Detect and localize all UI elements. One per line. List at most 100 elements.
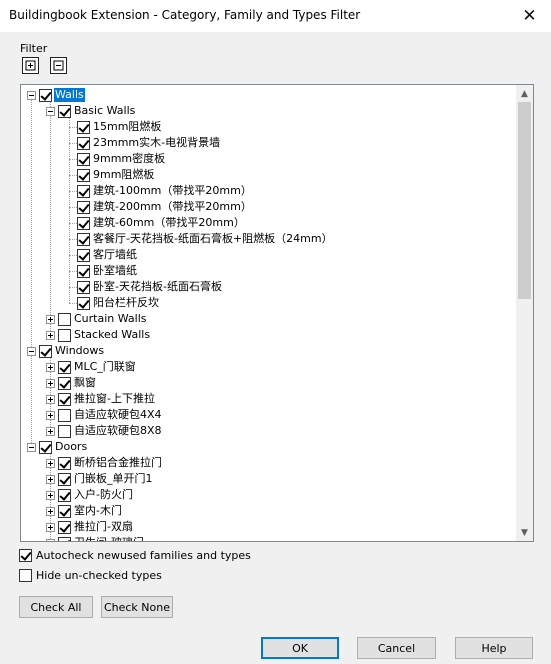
collapse-minus-icon[interactable] — [27, 442, 36, 452]
tree-item[interactable]: Doors — [27, 439, 88, 455]
ok-button[interactable]: OK — [261, 637, 339, 659]
tree-item[interactable]: 飘窗 — [46, 375, 97, 391]
expand-plus-icon[interactable] — [46, 490, 55, 500]
tree-item-checkbox[interactable] — [77, 200, 90, 214]
tree-item[interactable]: 门嵌板_单开门1 — [46, 471, 154, 487]
category-tree[interactable]: Walls Basic Walls 15mm阻燃板 23mmm实木-电视背景墙 9mmm… — [20, 84, 534, 542]
tree-item[interactable]: 建筑-100mm（带找平20mm） — [65, 183, 253, 199]
tree-item[interactable]: Basic Walls — [46, 103, 136, 119]
expand-plus-icon[interactable] — [46, 378, 55, 388]
expand-plus-icon[interactable] — [46, 410, 55, 420]
tree-item-checkbox[interactable] — [77, 232, 90, 246]
expand-plus-icon[interactable] — [46, 522, 55, 532]
tree-item-checkbox[interactable] — [77, 296, 90, 310]
tree-item-checkbox[interactable] — [58, 424, 71, 438]
tree-item-checkbox[interactable] — [39, 344, 52, 358]
title-bar: Buildingbook Extension - Category, Famil… — [0, 0, 551, 32]
tree-item[interactable]: 室内-木门 — [46, 503, 123, 519]
tree-item-checkbox[interactable] — [58, 312, 71, 326]
tree-item-checkbox[interactable] — [77, 248, 90, 262]
tree-item-label: Walls — [54, 88, 85, 102]
scroll-up-arrow-icon[interactable]: ▲ — [516, 85, 533, 102]
tree-item[interactable]: Curtain Walls — [46, 311, 148, 327]
collapse-minus-icon[interactable] — [46, 106, 55, 116]
scroll-thumb[interactable] — [518, 102, 531, 299]
tree-item[interactable]: 9mm阻燃板 — [65, 167, 155, 183]
tree-item[interactable]: 推拉窗-上下推拉 — [46, 391, 156, 407]
expand-plus-icon[interactable] — [46, 314, 55, 324]
collapse-minus-icon[interactable] — [27, 90, 36, 100]
tree-item[interactable]: 9mmm密度板 — [65, 151, 166, 167]
tree-item[interactable]: 卧室-天花挡板-纸面石膏板 — [65, 279, 223, 295]
expand-plus-icon[interactable] — [46, 426, 55, 436]
tree-item-label: 卫生间-玻璃门 — [73, 536, 145, 541]
vertical-scrollbar[interactable]: ▲ ▼ — [516, 85, 533, 541]
tree-item[interactable]: 卫生间-玻璃门 — [46, 535, 145, 541]
tree-item-checkbox[interactable] — [77, 184, 90, 198]
check-all-button[interactable]: Check All — [19, 596, 93, 618]
tree-item-checkbox[interactable] — [58, 520, 71, 534]
tree-item-checkbox[interactable] — [58, 472, 71, 486]
close-icon[interactable]: ✕ — [508, 0, 551, 32]
cancel-button[interactable]: Cancel — [357, 637, 436, 659]
tree-item-checkbox[interactable] — [58, 456, 71, 470]
check-none-button[interactable]: Check None — [101, 596, 173, 618]
expand-plus-icon[interactable] — [46, 362, 55, 372]
expand-plus-icon[interactable] — [46, 458, 55, 468]
tree-item-checkbox[interactable] — [39, 88, 52, 102]
expand-plus-icon[interactable] — [46, 506, 55, 516]
tree-item-checkbox[interactable] — [58, 360, 71, 374]
tree-item-checkbox[interactable] — [58, 392, 71, 406]
tree-item-label: 9mm阻燃板 — [93, 168, 155, 181]
tree-item[interactable]: 客餐厅-天花挡板-纸面石膏板+阻燃板（24mm） — [65, 231, 334, 247]
tree-item[interactable]: Stacked Walls — [46, 327, 151, 343]
tree-item-checkbox[interactable] — [77, 264, 90, 278]
tree-item-checkbox[interactable] — [58, 536, 71, 541]
tree-item[interactable]: Walls — [27, 87, 85, 103]
collapse-minus-icon[interactable] — [27, 346, 36, 356]
tree-item[interactable]: 入户-防火门 — [46, 487, 134, 503]
tree-item-checkbox[interactable] — [58, 504, 71, 518]
expand-plus-icon[interactable] — [46, 474, 55, 484]
tree-item-checkbox[interactable] — [58, 104, 71, 118]
tree-item-checkbox[interactable] — [58, 328, 71, 342]
tree-item-checkbox[interactable] — [77, 216, 90, 230]
tree-item[interactable]: Windows — [27, 343, 105, 359]
tree-item-checkbox[interactable] — [77, 168, 90, 182]
autocheck-option[interactable]: Autocheck newused families and types — [19, 549, 251, 562]
hide-unchecked-checkbox[interactable] — [19, 569, 32, 582]
tree-item-label: 建筑-200mm（带找平20mm） — [93, 200, 252, 213]
tree-item-checkbox[interactable] — [58, 376, 71, 390]
tree-item[interactable]: 23mmm实木-电视背景墙 — [65, 135, 221, 151]
autocheck-checkbox[interactable] — [19, 549, 32, 562]
tree-item-checkbox[interactable] — [39, 440, 52, 454]
expand-plus-icon[interactable] — [46, 394, 55, 404]
scroll-down-arrow-icon[interactable]: ▼ — [516, 524, 533, 541]
expand-plus-icon[interactable] — [46, 538, 55, 541]
help-button[interactable]: Help — [455, 637, 533, 659]
tree-item[interactable]: 建筑-200mm（带找平20mm） — [65, 199, 253, 215]
tree-item-checkbox[interactable] — [58, 408, 71, 422]
tree-item-label: Curtain Walls — [74, 312, 147, 325]
tree-item[interactable]: MLC_门联窗 — [46, 359, 137, 375]
expand-all-button[interactable] — [22, 57, 39, 74]
tree-item-checkbox[interactable] — [77, 152, 90, 166]
tree-item[interactable]: 客厅墙纸 — [65, 247, 138, 263]
tree-item[interactable]: 建筑-60mm（带找平20mm） — [65, 215, 246, 231]
tree-item[interactable]: 卧室墙纸 — [65, 263, 138, 279]
expand-plus-icon[interactable] — [46, 330, 55, 340]
tree-item[interactable]: 15mm阻燃板 — [65, 119, 162, 135]
tree-item[interactable]: 断桥铝合金推拉门 — [46, 455, 163, 471]
tree-item-label: 9mmm密度板 — [93, 152, 166, 165]
hide-unchecked-option[interactable]: Hide un-checked types — [19, 569, 162, 582]
tree-item[interactable]: 自适应软硬包4X4 — [46, 407, 163, 423]
tree-item-checkbox[interactable] — [77, 280, 90, 294]
tree-item[interactable]: 阳台栏杆反坎 — [65, 295, 160, 311]
tree-item[interactable]: 自适应软硬包8X8 — [46, 423, 163, 439]
tree-item[interactable]: 推拉门-双扇 — [46, 519, 134, 535]
tree-item-label: 自适应软硬包4X4 — [74, 408, 162, 421]
tree-item-checkbox[interactable] — [58, 488, 71, 502]
tree-item-checkbox[interactable] — [77, 120, 90, 134]
tree-item-checkbox[interactable] — [77, 136, 90, 150]
collapse-all-button[interactable] — [50, 57, 67, 74]
